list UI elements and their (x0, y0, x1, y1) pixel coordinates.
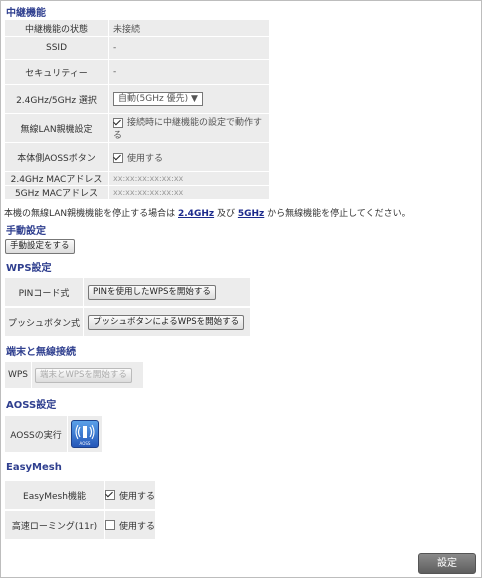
relay-settings-table: 中継機能の状態 未接続 SSID - セキュリティー - 2.4GHz/5GHz… (4, 19, 270, 200)
push-method-label: プッシュボタン式 (5, 308, 83, 336)
ssid-row: SSID - (5, 37, 269, 59)
band-row: 2.4GHz/5GHz 選択 自動(5GHz 優先) ▼ (5, 85, 269, 113)
band-label: 2.4GHz/5GHz 選択 (5, 85, 108, 113)
easymesh-section-title: EasyMesh (6, 462, 62, 473)
relay-note-prefix: 本機の無線LAN親機機能を停止する場合は (4, 209, 176, 219)
easymesh-func-checkbox[interactable] (105, 490, 115, 500)
link-5ghz[interactable]: 5GHz (238, 209, 264, 219)
terminal-section-title: 端末と無線接続 (6, 347, 76, 358)
wps-section-title: WPS設定 (6, 263, 52, 274)
fast-roaming-option-text: 使用する (119, 521, 156, 532)
mac5-value: xx:xx:xx:xx:xx:xx (109, 186, 269, 199)
pin-wps-start-button[interactable]: PINを使用したWPSを開始する (88, 284, 216, 300)
aoss-button-label: 本体側AOSSボタン (5, 143, 108, 171)
ssid-label: SSID (5, 37, 108, 59)
ssid-value: - (109, 37, 269, 59)
band-select-value: 自動(5GHz 優先) (118, 94, 189, 104)
wlan-parent-row: 無線LAN親機設定 接続時に中継機能の設定で動作する (5, 114, 269, 142)
mac24-value: xx:xx:xx:xx:xx:xx (109, 172, 269, 185)
relay-status-label: 中継機能の状態 (5, 20, 108, 36)
wlan-parent-option-text: 接続時に中継機能の設定で動作する (113, 118, 263, 141)
fast-roaming-label: 高速ローミング(11r) (5, 511, 104, 539)
easymesh-func-label: EasyMesh機能 (5, 481, 104, 509)
mac5-label: 5GHz MACアドレス (5, 186, 108, 199)
aoss-button-checkbox[interactable] (113, 153, 123, 163)
relay-note-suffix: から無線機能を停止してください。 (267, 209, 411, 219)
wlan-parent-checkbox[interactable] (113, 117, 123, 128)
security-value: - (109, 60, 269, 84)
relay-status-value: 未接続 (109, 20, 269, 36)
pin-method-label: PINコード式 (5, 278, 83, 306)
wlan-parent-label: 無線LAN親機設定 (5, 114, 108, 142)
terminal-wps-label: WPS (5, 362, 31, 388)
mac24-label: 2.4GHz MACアドレス (5, 172, 108, 185)
aoss-run-button[interactable]: AOSS (71, 420, 99, 448)
easymesh-func-option-text: 使用する (119, 491, 156, 502)
relay-status-row: 中継機能の状態 未接続 (5, 20, 269, 36)
terminal-wps-start-button[interactable]: 端末とWPSを開始する (35, 367, 132, 383)
security-label: セキュリティー (5, 60, 108, 84)
fast-roaming-checkbox[interactable] (105, 520, 115, 530)
aoss-run-label: AOSSの実行 (5, 416, 67, 452)
manual-setting-button[interactable]: 手動設定をする (5, 239, 75, 254)
relay-section-title: 中継機能 (6, 8, 46, 19)
aoss-button-row: 本体側AOSSボタン 使用する (5, 143, 269, 171)
mac5-row: 5GHz MACアドレス xx:xx:xx:xx:xx:xx (5, 186, 269, 199)
chevron-down-icon: ▼ (190, 94, 198, 104)
aoss-button-option-text: 使用する (127, 153, 164, 164)
band-select[interactable]: 自動(5GHz 優先) ▼ (113, 92, 203, 106)
relay-note-mid: 及び (216, 209, 235, 219)
mac24-row: 2.4GHz MACアドレス xx:xx:xx:xx:xx:xx (5, 172, 269, 185)
aoss-section-title: AOSS設定 (6, 400, 57, 411)
manual-section-title: 手動設定 (6, 226, 46, 237)
aoss-icon-text: AOSS (79, 441, 91, 446)
relay-note: 本機の無線LAN親機機能を停止する場合は 2.4GHz 及び 5GHz から無線… (4, 206, 411, 219)
link-2-4ghz[interactable]: 2.4GHz (178, 209, 214, 219)
security-row: セキュリティー - (5, 60, 269, 84)
push-wps-start-button[interactable]: プッシュボタンによるWPSを開始する (88, 314, 245, 330)
save-settings-button[interactable]: 設定 (418, 553, 476, 574)
